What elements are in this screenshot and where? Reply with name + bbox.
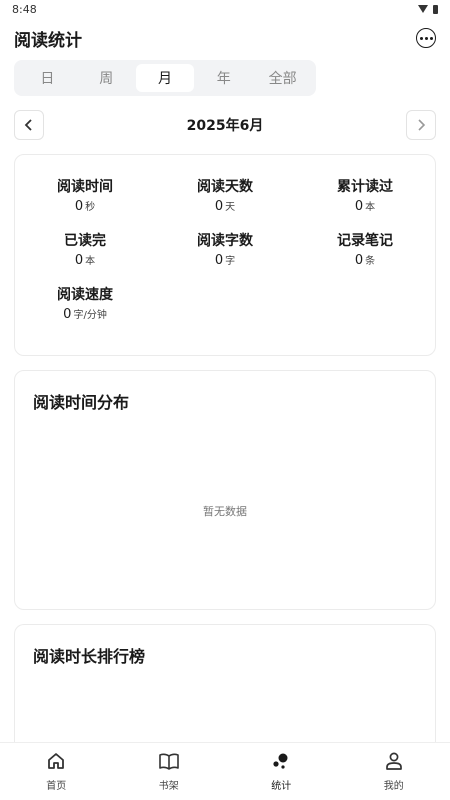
stat-reading-days: 阅读天数 0天 (155, 177, 295, 217)
bottom-nav: 首页 书架 统计 我的 (0, 742, 450, 800)
user-icon (383, 751, 405, 771)
chevron-right-icon (418, 119, 426, 131)
stat-label: 阅读字数 (197, 233, 253, 249)
book-icon (158, 751, 180, 771)
stat-value: 0 字/分钟 (63, 307, 107, 322)
stat-word-count: 阅读字数 0字 (155, 231, 295, 271)
stat-finished: 已读完 0本 (15, 231, 155, 271)
nav-bookshelf[interactable]: 书架 (129, 751, 209, 792)
page-title: 阅读统计 (14, 30, 82, 51)
tab-year[interactable]: 年 (194, 64, 253, 92)
stat-reading-speed: 阅读速度 0 字/分钟 (15, 285, 155, 325)
distribution-card: 阅读时间分布 暂无数据 (14, 370, 436, 610)
nav-profile[interactable]: 我的 (354, 751, 434, 792)
distribution-title: 阅读时间分布 (33, 393, 130, 412)
tab-week[interactable]: 周 (77, 64, 136, 92)
tab-day[interactable]: 日 (18, 64, 77, 92)
nav-stats[interactable]: 统计 (241, 751, 321, 792)
stat-value: 0秒 (74, 199, 96, 214)
wifi-icon (418, 5, 428, 13)
nav-label: 书架 (158, 781, 179, 792)
stat-value: 0条 (354, 253, 376, 268)
stat-total-read: 累计读过 0本 (295, 177, 435, 217)
tab-all[interactable]: 全部 (253, 64, 312, 92)
month-nav: 2025年6月 (14, 110, 436, 140)
status-time: 8:48 (12, 2, 37, 16)
ranking-title: 阅读时长排行榜 (33, 647, 146, 666)
nav-label: 统计 (271, 781, 292, 792)
stat-value: 0字 (214, 253, 236, 268)
status-icons (418, 4, 438, 14)
more-icon[interactable] (416, 28, 436, 48)
stat-value: 0本 (354, 199, 376, 214)
stat-label: 记录笔记 (337, 233, 393, 249)
home-icon (45, 751, 67, 771)
header: 阅读统计 (0, 18, 450, 58)
stat-reading-time: 阅读时间 0秒 (15, 177, 155, 217)
stat-label: 已读完 (64, 233, 106, 249)
stat-label: 阅读天数 (197, 179, 253, 195)
empty-state: 暂无数据 (203, 505, 247, 518)
stats-card: 阅读时间 0秒 阅读天数 0天 累计读过 0本 已读完 0本 阅读字数 0字 记… (14, 154, 436, 356)
month-label: 2025年6月 (186, 118, 264, 134)
status-bar: 8:48 (0, 0, 450, 18)
tab-month[interactable]: 月 (135, 64, 195, 92)
period-tabs: 日 周 月 年 全部 (14, 60, 316, 96)
nav-home[interactable]: 首页 (16, 751, 96, 792)
next-month-button[interactable] (406, 110, 436, 140)
stat-value: 0本 (74, 253, 96, 268)
stat-label: 阅读时间 (57, 179, 113, 195)
nav-label: 我的 (383, 781, 404, 792)
stat-label: 累计读过 (337, 179, 393, 195)
stats-icon (270, 751, 292, 771)
stats-grid: 阅读时间 0秒 阅读天数 0天 累计读过 0本 已读完 0本 阅读字数 0字 记… (15, 177, 435, 325)
prev-month-button[interactable] (14, 110, 44, 140)
nav-label: 首页 (46, 781, 67, 792)
stat-label: 阅读速度 (57, 287, 113, 303)
battery-icon (433, 4, 438, 14)
stat-notes: 记录笔记 0条 (295, 231, 435, 271)
stat-value: 0天 (214, 199, 236, 214)
chevron-left-icon (24, 119, 32, 131)
